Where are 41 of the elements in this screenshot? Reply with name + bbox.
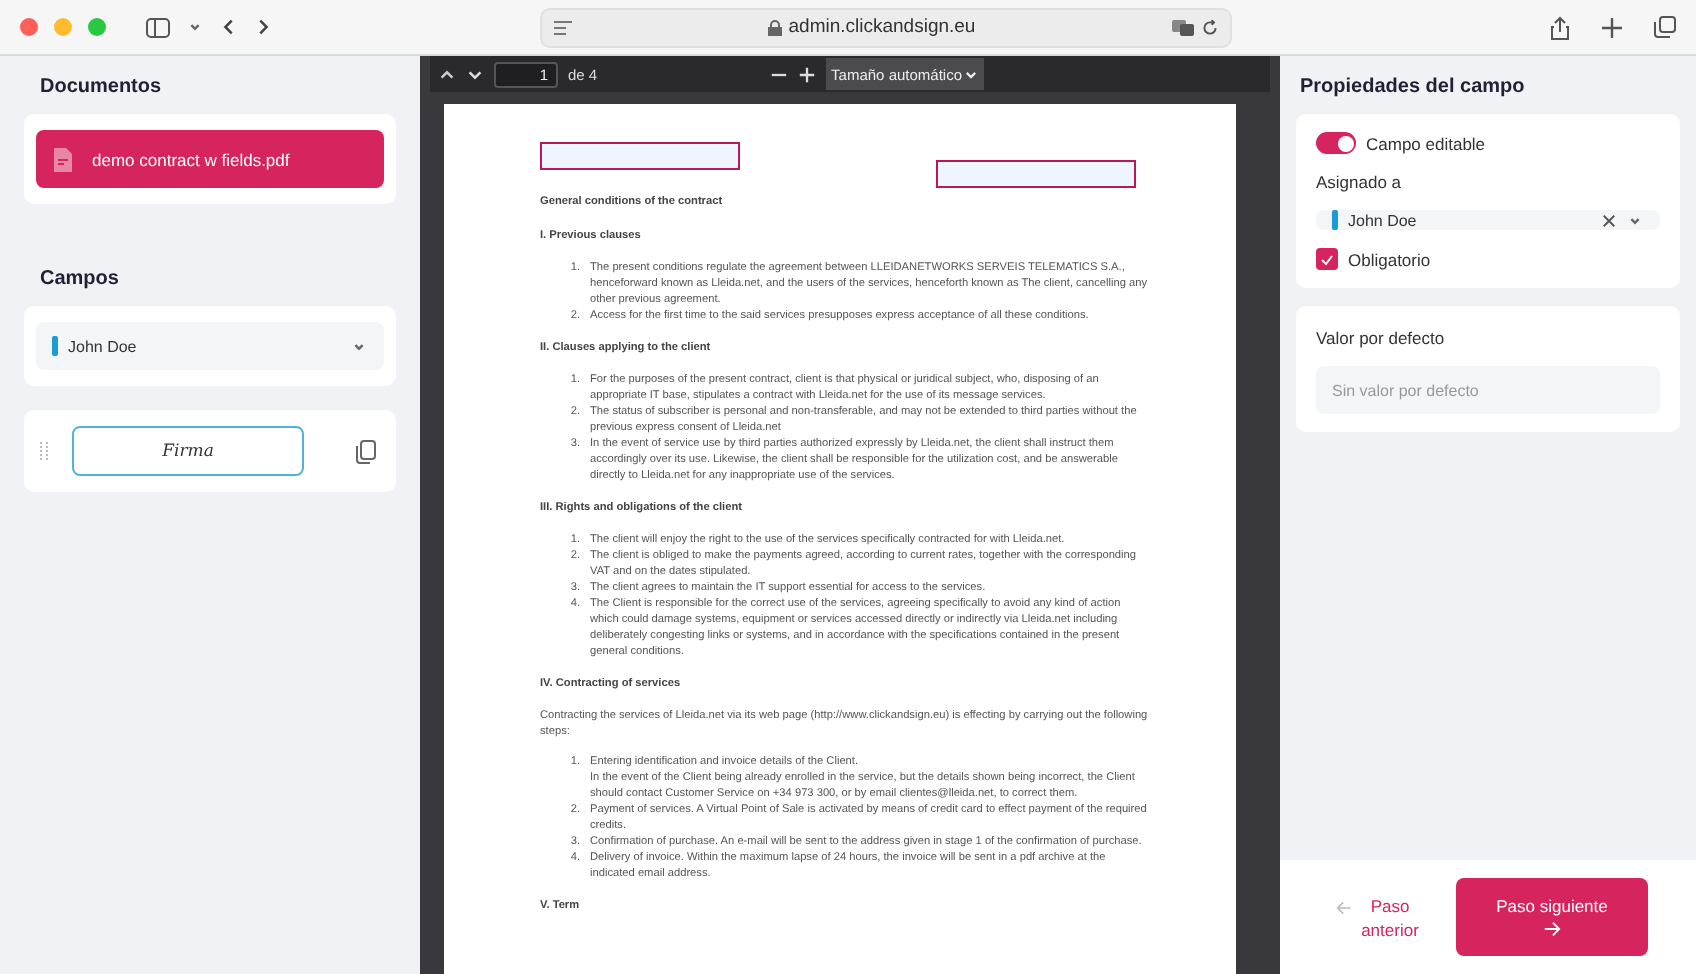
- sidebar-icon[interactable]: [146, 17, 170, 37]
- checkbox-label: Obligatorio: [1348, 249, 1431, 269]
- back-icon[interactable]: [220, 18, 238, 36]
- close-window-icon[interactable]: [20, 18, 38, 36]
- previous-step-link[interactable]: Paso anterior: [1336, 893, 1420, 941]
- plus-icon[interactable]: [1602, 17, 1622, 37]
- zoom-in-icon[interactable]: [797, 65, 816, 83]
- next-page-icon[interactable]: [466, 65, 484, 83]
- checkmark-icon: [1320, 253, 1334, 265]
- url-text: admin.clickandsign.eu: [788, 16, 976, 38]
- caret-icon: [964, 67, 978, 81]
- default-value-label: Valor por defecto: [1316, 328, 1447, 348]
- signature-box[interactable]: [540, 142, 740, 170]
- arrow-right-icon: [1542, 920, 1562, 938]
- clear-icon[interactable]: [1602, 213, 1616, 227]
- signature-box[interactable]: [936, 160, 1136, 188]
- address-bar[interactable]: admin.clickandsign.eu: [540, 7, 1232, 47]
- default-value-field[interactable]: Sin valor por defecto: [1316, 366, 1660, 414]
- arrow-left-icon: [1336, 899, 1352, 915]
- assigned-select[interactable]: John Doe: [1316, 210, 1660, 230]
- page-icon: [554, 19, 572, 35]
- documents-heading: Documentos: [40, 76, 164, 98]
- reload-icon[interactable]: [1202, 19, 1218, 35]
- required-checkbox[interactable]: [1316, 248, 1338, 270]
- previous-page-icon[interactable]: [438, 65, 456, 83]
- copy-icon[interactable]: [356, 439, 376, 463]
- signature-field[interactable]: Firma: [72, 426, 304, 476]
- share-icon[interactable]: [1550, 15, 1570, 39]
- forward-icon[interactable]: [254, 18, 272, 36]
- file-icon: [54, 147, 72, 171]
- editable-toggle[interactable]: [1316, 132, 1356, 154]
- document-item[interactable]: demo contract w fields.pdf: [36, 130, 384, 188]
- lock-icon: [768, 19, 783, 35]
- next-step-button[interactable]: Paso siguiente: [1456, 878, 1648, 956]
- toggle-label: Campo editable: [1366, 133, 1486, 153]
- properties-heading: Propiedades del campo: [1300, 76, 1527, 98]
- assigned-label: Asignado a: [1316, 172, 1404, 192]
- fields-heading: Campos: [40, 268, 121, 290]
- signer-select[interactable]: John Doe: [36, 322, 384, 370]
- translate-icon[interactable]: [1172, 19, 1194, 35]
- tabs-icon[interactable]: [1654, 16, 1676, 38]
